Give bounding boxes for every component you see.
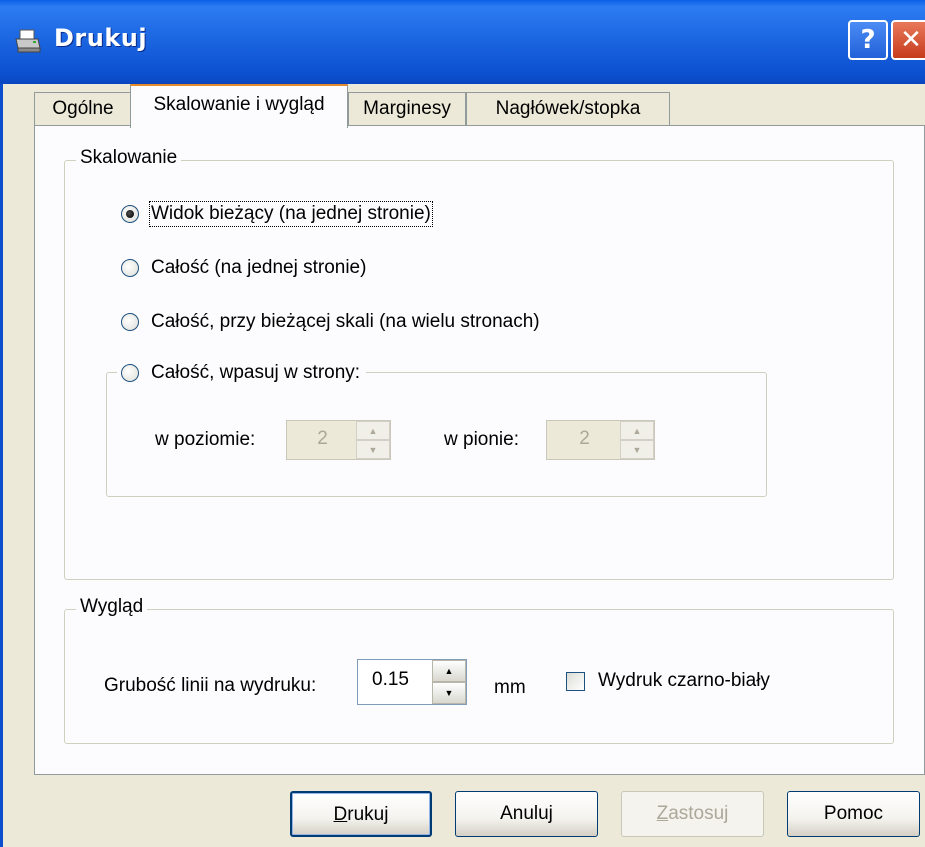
help-title-button[interactable]: ? [848,20,888,60]
line-width-stepper[interactable]: 0.15 ▲ ▼ [357,659,467,705]
spin-down-button[interactable]: ▼ [356,440,390,459]
question-icon: ? [860,25,876,55]
apply-label-rest: astosuj [668,803,729,824]
apply-mnemonic: Z [656,803,669,824]
radio-whole-current-scale[interactable]: Całość, przy bieżącej skali (na wielu st… [121,311,540,333]
line-width-value: 0.15 [372,669,409,690]
radio-button[interactable] [121,364,139,382]
title-bar[interactable]: Drukuj ? ✕ [0,0,925,84]
spin-buttons: ▲ ▼ [620,421,654,459]
radio-whole-one-page[interactable]: Całość (na jednej stronie) [121,257,366,279]
spin-up-button[interactable]: ▲ [620,421,654,440]
apply-button[interactable]: Zastosuj [621,791,764,837]
bw-checkbox[interactable] [566,672,585,691]
line-width-label: Grubość linii na wydruku: [104,675,317,696]
spin-down-button[interactable]: ▼ [432,682,466,704]
spin-buttons: ▲ ▼ [432,660,466,704]
print-mnemonic: D [333,804,348,825]
print-label-rest: rukuj [347,804,389,825]
cancel-button[interactable]: Anuluj [455,791,598,837]
appearance-group-label: Wygląd [76,596,148,618]
window-title: Drukuj [54,24,148,52]
spin-up-button[interactable]: ▲ [432,660,466,682]
horizontal-pages-value: 2 [317,428,328,449]
print-button[interactable]: Drukuj [290,791,432,837]
unit-label: mm [494,677,526,698]
horizontal-pages-stepper[interactable]: 2 ▲ ▼ [286,420,391,460]
horizontal-label: w poziomie: [155,429,256,450]
spin-buttons: ▲ ▼ [356,421,390,459]
vertical-label: w pionie: [444,429,519,450]
tab-scaling-appearance[interactable]: Skalowanie i wygląd [130,84,348,128]
close-icon: ✕ [900,25,922,55]
radio-label: Całość, wpasuj w strony: [151,362,361,383]
radio-current-view[interactable]: Widok bieżący (na jednej stronie) [121,201,433,227]
spin-up-button[interactable]: ▲ [356,421,390,440]
radio-label: Całość, przy bieżącej skali (na wielu st… [151,311,540,332]
radio-button[interactable] [121,205,139,223]
vertical-pages-stepper[interactable]: 2 ▲ ▼ [546,420,655,460]
tab-header-footer[interactable]: Nagłówek/stopka [466,92,670,126]
vertical-pages-value: 2 [579,428,590,449]
print-dialog: Drukuj ? ✕ Ogólne Skalowanie i wygląd Ma… [0,0,925,847]
spin-down-button[interactable]: ▼ [620,440,654,459]
tab-general[interactable]: Ogólne [34,92,132,126]
close-button[interactable]: ✕ [891,20,925,60]
help-button[interactable]: Pomoc [787,791,920,837]
radio-fit-to-pages[interactable]: Całość, wpasuj w strony: [117,362,367,384]
radio-button[interactable] [121,313,139,331]
radio-button[interactable] [121,259,139,277]
scaling-group-label: Skalowanie [76,147,182,169]
tab-margins[interactable]: Marginesy [348,92,466,126]
bw-label: Wydruk czarno-biały [598,670,770,691]
radio-label: Widok bieżący (na jednej stronie) [149,201,433,227]
window-border [0,84,3,847]
printer-icon [15,29,41,53]
radio-label: Całość (na jednej stronie) [151,257,367,278]
